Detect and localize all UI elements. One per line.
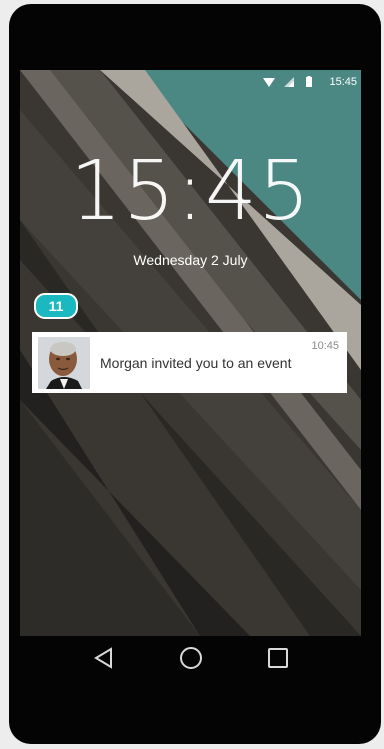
status-bar: 15:45	[20, 70, 361, 94]
status-time: 15:45	[329, 76, 357, 88]
recents-icon	[267, 648, 288, 668]
avatar	[38, 336, 90, 389]
avatar-photo	[38, 336, 90, 389]
battery-icon	[306, 76, 313, 87]
notification-card[interactable]: Morgan invited you to an event 10:45	[32, 332, 347, 393]
page: 15:45 15:45 Wednesday 2 July 11 Morgan i…	[0, 0, 384, 749]
signal-icon	[284, 77, 295, 87]
recents-button[interactable]	[266, 646, 290, 670]
lockscreen-clock: 15:45	[69, 144, 312, 239]
wifi-icon	[263, 78, 276, 87]
back-button[interactable]	[92, 646, 116, 670]
notification-time: 10:45	[311, 340, 339, 352]
home-button[interactable]	[179, 646, 203, 670]
notification-count-badge[interactable]: 11	[34, 293, 78, 319]
back-icon	[93, 647, 112, 669]
home-icon	[179, 647, 202, 669]
navigation-bar	[20, 636, 361, 680]
lockscreen-date: Wednesday 2 July	[133, 252, 248, 268]
notification-message: Morgan invited you to an event	[100, 354, 292, 371]
lock-screen: 15:45 15:45 Wednesday 2 July 11 Morgan i…	[20, 70, 361, 636]
